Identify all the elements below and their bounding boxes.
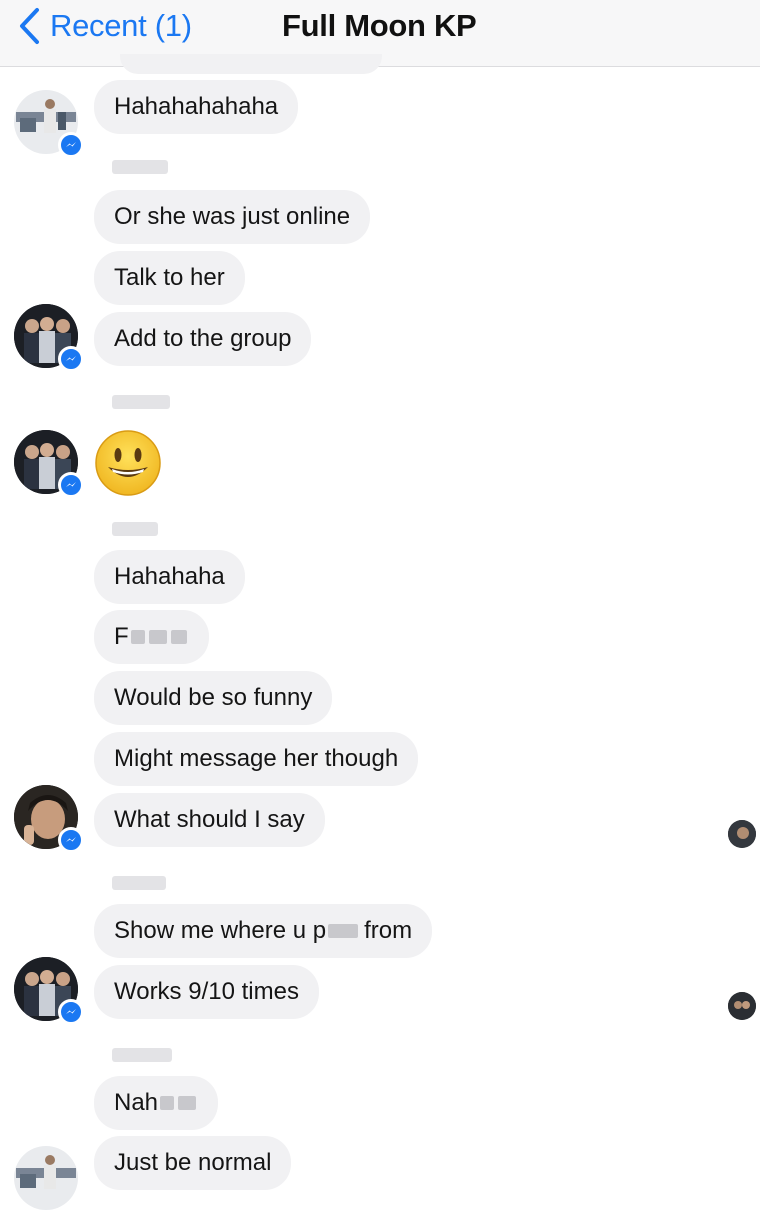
avatar[interactable] <box>14 1146 78 1210</box>
message-text: Add to the group <box>114 325 292 352</box>
avatar[interactable] <box>14 304 84 372</box>
message-bubble[interactable]: Hahahahahaha <box>94 80 299 134</box>
messenger-icon <box>58 132 84 158</box>
sender-name-redacted <box>112 522 158 536</box>
redaction <box>178 1096 197 1110</box>
messenger-icon <box>58 999 84 1025</box>
sender-name-redacted <box>112 876 166 890</box>
message-bubble[interactable]: F <box>94 610 209 664</box>
message-text: Show me where u p <box>114 917 327 944</box>
message-bubble[interactable]: Might message her though <box>94 732 419 786</box>
conversation-title: Full Moon KP <box>282 8 477 43</box>
message-bubble[interactable]: Hahahaha <box>94 550 245 604</box>
message-bubble[interactable]: Just be normal <box>94 1136 292 1190</box>
message-text: Hahahaha <box>114 563 225 590</box>
message-text: Works 9/10 times <box>114 978 299 1005</box>
messenger-icon <box>58 827 84 853</box>
message-text: Would be so funny <box>114 684 313 711</box>
avatar[interactable] <box>14 785 84 853</box>
message-bubble[interactable]: Show me where u p from <box>94 904 433 958</box>
message-text: Might message her though <box>114 745 399 772</box>
message-text: Just be normal <box>114 1149 272 1176</box>
redaction <box>170 630 187 644</box>
previous-message-bubble <box>120 54 382 74</box>
chevron-left-icon <box>18 7 40 45</box>
message-bubble[interactable]: What should I say <box>94 793 325 847</box>
back-button[interactable]: Recent (1) <box>18 6 192 46</box>
message-text: What should I say <box>114 806 305 833</box>
avatar[interactable] <box>14 957 84 1025</box>
message-text: F <box>114 623 129 650</box>
message-text: from <box>364 917 413 944</box>
back-label: Recent (1) <box>50 8 192 43</box>
messenger-icon <box>58 346 84 372</box>
message-text: Or she was just online <box>114 203 351 230</box>
smiley-emoji-icon[interactable] <box>94 429 162 497</box>
message-bubble[interactable]: Or she was just online <box>94 190 371 244</box>
message-bubble[interactable]: Nah <box>94 1076 219 1130</box>
message-bubble[interactable]: Talk to her <box>94 251 245 305</box>
message-bubble[interactable]: Add to the group <box>94 312 312 366</box>
avatar[interactable] <box>14 90 84 158</box>
message-bubble[interactable]: Works 9/10 times <box>94 965 319 1019</box>
message-text: Hahahahahaha <box>114 93 279 120</box>
message-bubble[interactable]: Would be so funny <box>94 671 333 725</box>
redaction <box>130 630 145 644</box>
sender-name-redacted <box>112 395 170 409</box>
avatar[interactable] <box>14 430 84 498</box>
read-receipt-avatar[interactable] <box>728 992 756 1020</box>
redaction <box>148 630 167 644</box>
redaction <box>160 1096 175 1110</box>
messenger-icon <box>58 472 84 498</box>
read-receipt-avatar[interactable] <box>728 820 756 848</box>
redaction <box>328 924 359 938</box>
sender-name-redacted <box>112 1048 172 1062</box>
message-text: Talk to her <box>114 264 225 291</box>
message-text: Nah <box>114 1089 159 1116</box>
sender-name-redacted <box>112 160 168 174</box>
